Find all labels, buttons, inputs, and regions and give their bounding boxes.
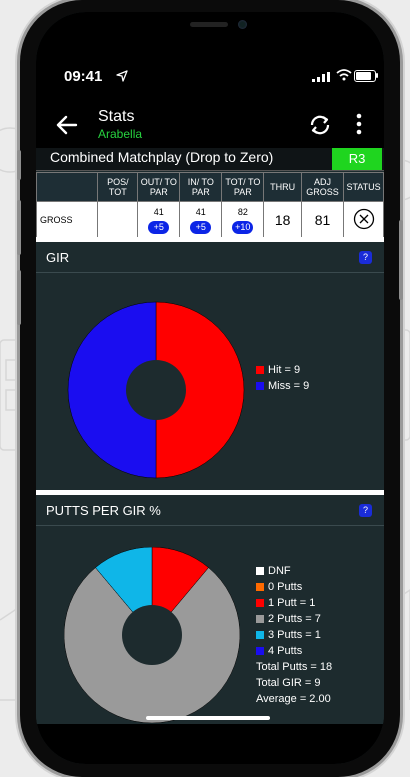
home-indicator[interactable] bbox=[146, 716, 270, 720]
average-text: Average = 2.00 bbox=[256, 693, 331, 705]
gir-help-icon[interactable]: ? bbox=[359, 251, 372, 264]
gir-title: GIR bbox=[46, 250, 70, 265]
speaker bbox=[190, 22, 228, 27]
out-to-par-badge: +5 bbox=[148, 220, 170, 234]
tot-to-par-badge: +10 bbox=[232, 220, 254, 234]
cellular-signal-icon bbox=[312, 72, 330, 82]
row-label: GROSS bbox=[36, 201, 99, 239]
phone-side-button bbox=[17, 150, 21, 180]
competition-row: Combined Matchplay (Drop to Zero) R3 bbox=[36, 148, 384, 171]
out-cell: 41 +5 bbox=[137, 201, 181, 239]
total-putts-text: Total Putts = 18 bbox=[256, 661, 333, 673]
donut-hole bbox=[122, 605, 182, 665]
legend-label: 2 Putts = 7 bbox=[268, 613, 321, 625]
back-arrow-icon[interactable] bbox=[54, 112, 80, 138]
bottom-bar bbox=[36, 724, 384, 764]
donut-hole bbox=[126, 360, 186, 420]
pos-tot-value bbox=[97, 201, 139, 239]
putts-help-icon[interactable]: ? bbox=[359, 504, 372, 517]
legend-label: 4 Putts bbox=[268, 645, 303, 657]
putts-donut-chart bbox=[64, 547, 240, 723]
dnf-swatch bbox=[256, 567, 264, 576]
gir-panel-header: GIR ? bbox=[36, 242, 384, 273]
refresh-icon[interactable] bbox=[308, 113, 332, 137]
legend-item-2-putts: 2 Putts = 7 bbox=[256, 611, 332, 627]
battery-tip bbox=[376, 73, 378, 78]
legend-label: 0 Putts bbox=[268, 581, 303, 593]
header-adj-gross: ADJ GROSS bbox=[301, 172, 345, 202]
table-row: GROSS 41 +5 41 +5 82 +10 18 81 bbox=[36, 201, 384, 239]
gir-legend: Hit = 9 Miss = 9 bbox=[256, 362, 309, 394]
location-arrow-icon bbox=[116, 70, 128, 82]
status-cell bbox=[343, 201, 384, 239]
header-blank bbox=[36, 172, 99, 202]
score-table: POS/ TOT OUT/ TO PAR IN/ TO PAR TOT/ TO … bbox=[36, 172, 384, 239]
legend-item-3-putts: 3 Putts = 1 bbox=[256, 627, 332, 643]
gir-donut-chart bbox=[67, 301, 245, 479]
in-to-par-badge: +5 bbox=[190, 220, 212, 234]
4-putts-swatch bbox=[256, 647, 264, 656]
phone-side-button bbox=[399, 220, 403, 300]
phone-side-button bbox=[17, 200, 21, 255]
legend-label: 1 Putt = 1 bbox=[268, 597, 316, 609]
legend-item-1-putt: 1 Putt = 1 bbox=[256, 595, 332, 611]
score-table-header: POS/ TOT OUT/ TO PAR IN/ TO PAR TOT/ TO … bbox=[36, 172, 384, 202]
phone-side-button bbox=[17, 270, 21, 325]
app-bar: Stats Arabella bbox=[36, 100, 384, 148]
in-cell: 41 +5 bbox=[179, 201, 223, 239]
competition-name: Combined Matchplay (Drop to Zero) bbox=[50, 149, 274, 165]
circle-x-icon[interactable] bbox=[353, 208, 375, 230]
camera bbox=[238, 20, 247, 29]
wifi-icon bbox=[336, 69, 352, 81]
putts-title: PUTTS PER GIR % bbox=[46, 503, 161, 518]
header-pos-tot: POS/ TOT bbox=[97, 172, 139, 202]
legend-hit-label: Hit = 9 bbox=[268, 364, 301, 376]
in-value: 41 bbox=[195, 206, 206, 217]
legend-item-dnf: DNF bbox=[256, 563, 332, 579]
tot-value: 82 bbox=[237, 206, 248, 217]
hit-swatch bbox=[256, 366, 264, 375]
round-badge[interactable]: R3 bbox=[332, 148, 382, 170]
legend-item-4-putts: 4 Putts bbox=[256, 643, 332, 659]
battery-icon bbox=[354, 70, 376, 82]
legend-label: DNF bbox=[268, 565, 291, 577]
notch bbox=[148, 12, 272, 40]
putts-legend: DNF 0 Putts 1 Putt = 1 2 Putts = 7 3 Put… bbox=[256, 563, 332, 707]
gir-panel: GIR ? Hit = 9 Miss = 9 bbox=[36, 242, 384, 490]
adj-gross-value: 81 bbox=[301, 201, 345, 239]
header-thru: THRU bbox=[263, 172, 303, 202]
legend-miss-label: Miss = 9 bbox=[268, 380, 310, 392]
phone-screen: 09:41 Stats Arabella Combined Matchplay … bbox=[36, 12, 384, 764]
out-value: 41 bbox=[153, 206, 164, 217]
header-status: STATUS bbox=[343, 172, 384, 202]
1-putt-swatch bbox=[256, 599, 264, 608]
0-putts-swatch bbox=[256, 583, 264, 592]
player-name: Arabella bbox=[98, 127, 143, 141]
putts-panel: PUTTS PER GIR % ? DNF 0 Putts 1 Putt = 1… bbox=[36, 495, 384, 724]
page-title: Stats bbox=[98, 108, 135, 125]
2-putts-swatch bbox=[256, 615, 264, 624]
3-putts-swatch bbox=[256, 631, 264, 640]
tot-cell: 82 +10 bbox=[221, 201, 265, 239]
status-time: 09:41 bbox=[64, 68, 103, 85]
miss-swatch bbox=[256, 382, 264, 391]
total-gir-text: Total GIR = 9 bbox=[256, 677, 321, 689]
legend-label: 3 Putts = 1 bbox=[268, 629, 321, 641]
legend-item-0-putts: 0 Putts bbox=[256, 579, 332, 595]
legend-item-hit: Hit = 9 bbox=[256, 362, 309, 378]
header-in: IN/ TO PAR bbox=[179, 172, 223, 202]
thru-value: 18 bbox=[263, 201, 303, 239]
header-tot: TOT/ TO PAR bbox=[221, 172, 265, 202]
more-options-icon[interactable] bbox=[352, 112, 366, 136]
header-out: OUT/ TO PAR bbox=[137, 172, 181, 202]
putts-panel-header: PUTTS PER GIR % ? bbox=[36, 495, 384, 526]
legend-item-miss: Miss = 9 bbox=[256, 378, 309, 394]
